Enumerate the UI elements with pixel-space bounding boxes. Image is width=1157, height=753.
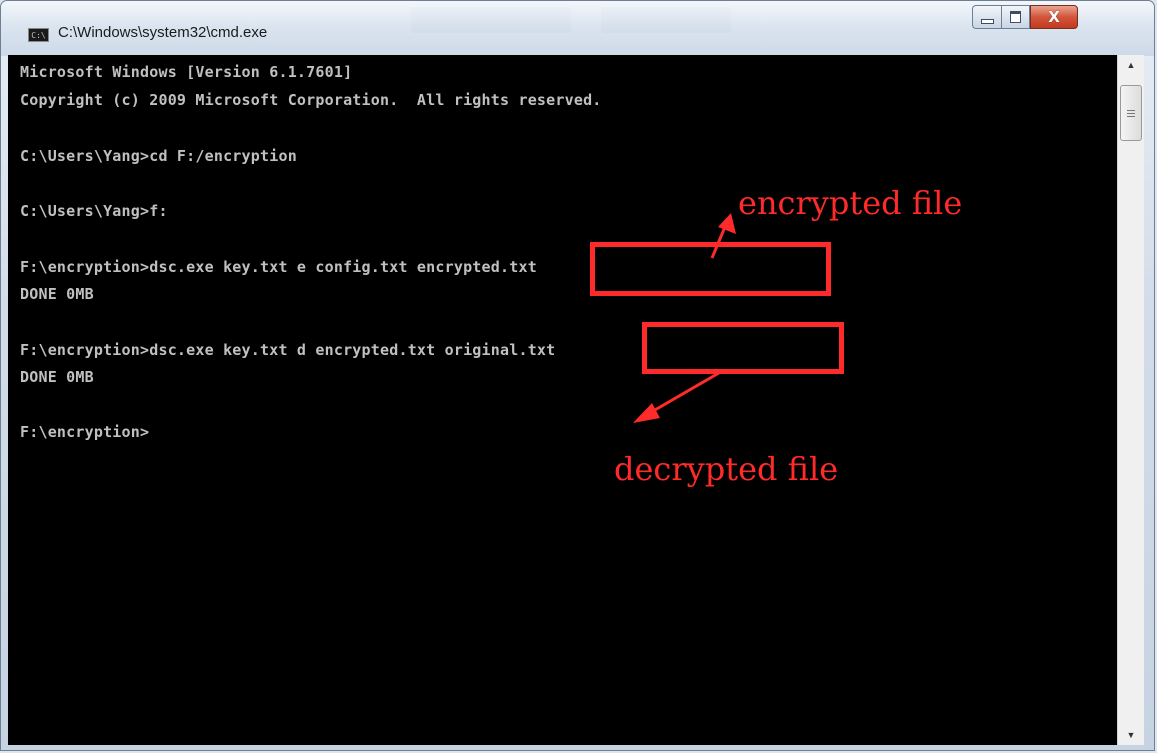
decrypted-arrowhead-icon <box>633 403 660 423</box>
annotation-arrows <box>633 213 736 423</box>
decrypted-file-label: decrypted file <box>614 450 839 488</box>
decrypted-arrow-icon <box>647 368 725 416</box>
encrypted-file-label: encrypted file <box>738 184 963 222</box>
encrypted-arrowhead-icon <box>718 213 736 234</box>
